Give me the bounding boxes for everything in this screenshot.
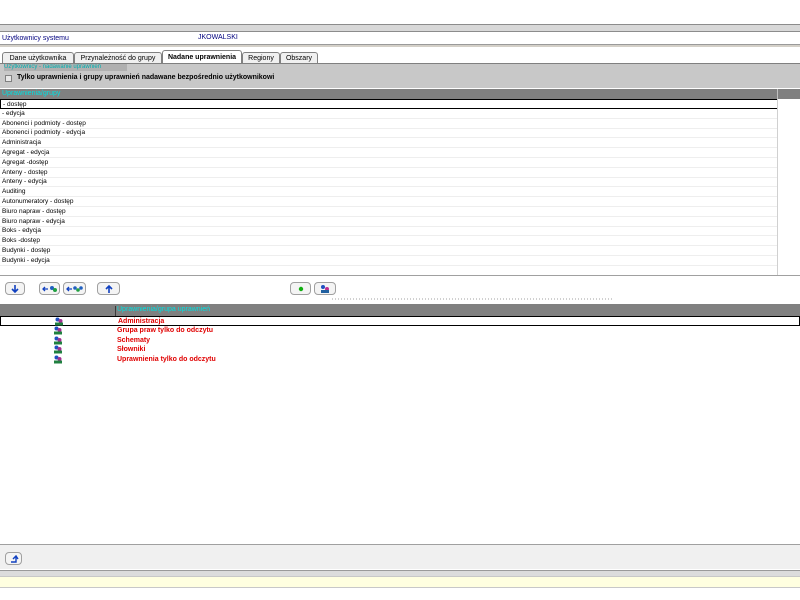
add-button[interactable] [290,282,311,295]
permission-row[interactable]: - edycja [0,109,778,119]
direct-only-checkbox[interactable] [5,75,12,82]
tab-group-membership[interactable]: Przynależność do grupy [74,52,162,63]
group-users-icon [54,326,62,335]
assigned-row[interactable]: Administracja [0,316,800,326]
group-users-icon [55,317,63,326]
permission-row[interactable]: Autonumeratory - dostęp [0,197,778,207]
assigned-grid-header: Uprawnienia/grupa uprawnień [0,304,800,316]
assign-group-button[interactable] [39,282,60,295]
panel-title: Użytkownicy - nadawanie uprawnień [4,64,127,71]
tab-strip: Dane użytkownika Przynależność do grupy … [0,50,800,64]
assigned-row[interactable]: Schematy [0,336,800,346]
permission-row[interactable]: Budynki - dostęp [0,246,778,256]
assigned-row-label: Schematy [117,336,151,344]
permission-row[interactable]: - dostęp [0,99,778,109]
permission-row[interactable]: Abonenci i podmioty - dostęp [0,119,778,129]
users-icon [321,284,329,293]
permission-row[interactable]: Anteny - edycja [0,177,778,188]
permission-row[interactable]: Biuro napraw - dostęp [0,207,778,217]
splitter-handle[interactable] [332,297,612,301]
column-divider [777,89,778,99]
group-users-icon [54,345,62,354]
status-bar [0,576,800,588]
permission-row[interactable]: Budynki - edycja [0,256,778,266]
permission-row[interactable]: Boks -dostęp [0,236,778,247]
users-button[interactable] [314,282,336,295]
assigned-row-label: Uprawnienia tylko do odczytu [117,356,216,364]
assigned-row-label: Słowniki [117,346,146,354]
assigned-row-label: Grupa praw tylko do odczytu [117,326,214,334]
section-label: Użytkownicy systemu [2,35,69,42]
group-users-icon [54,336,62,345]
tab-areas[interactable]: Obszary [280,52,318,63]
user-login-value: JKOWALSKI [198,34,238,41]
permission-row[interactable]: Administracja [0,138,778,149]
bottom-panel [0,545,800,569]
arrow-down-icon [11,284,19,293]
return-arrow-icon [10,554,19,563]
tab-granted-permissions[interactable]: Nadane uprawnienia [162,50,242,63]
tab-user-data[interactable]: Dane użytkownika [2,52,74,63]
window-top-bar [0,24,800,32]
arrow-up-icon [104,284,113,293]
assigned-row-label: Administracja [118,318,165,325]
permission-row[interactable]: Anteny - dostęp [0,168,778,178]
grid-column-line [777,99,778,275]
assigned-row[interactable]: Grupa praw tylko do odczytu [0,326,800,336]
permissions-grid-header: Uprawnienia/grupy [0,89,800,99]
permissions-column-header[interactable]: Uprawnienia/grupy [2,90,60,97]
permission-row[interactable]: Auditing [0,187,778,198]
permission-row[interactable]: Agregat - edycja [0,148,778,158]
permission-row[interactable]: Biuro napraw - edycja [0,217,778,227]
assigned-permissions-grid[interactable]: Administracja Grupa praw tylko do odczytu… [0,316,800,545]
column-divider [115,306,116,316]
assigned-row[interactable]: Uprawnienia tylko do odczytu [0,355,800,365]
move-down-button[interactable] [5,282,25,295]
move-up-button[interactable] [97,282,120,295]
permissions-grid[interactable]: - dostęp - edycja Abonenci i podmioty - do… [0,99,800,276]
tab-regions[interactable]: Regiony [242,52,280,63]
assign-group-icon [41,285,57,292]
assign-all-icon [65,285,83,292]
assigned-row[interactable]: Słowniki [0,345,800,355]
header-divider [0,44,800,47]
permission-row[interactable]: Boks - edycja [0,226,778,237]
direct-only-label: Tylko uprawnienia i grupy uprawnień nada… [17,74,275,81]
back-button[interactable] [5,552,22,565]
assigned-column-header[interactable]: Uprawnienia/grupa uprawnień [117,306,210,313]
permission-row[interactable]: Agregat -dostęp [0,158,778,168]
group-users-icon [54,355,62,364]
assign-all-button[interactable] [63,282,86,295]
permission-row[interactable]: Abonenci i podmioty - edycja [0,128,778,139]
add-green-icon [298,286,303,291]
